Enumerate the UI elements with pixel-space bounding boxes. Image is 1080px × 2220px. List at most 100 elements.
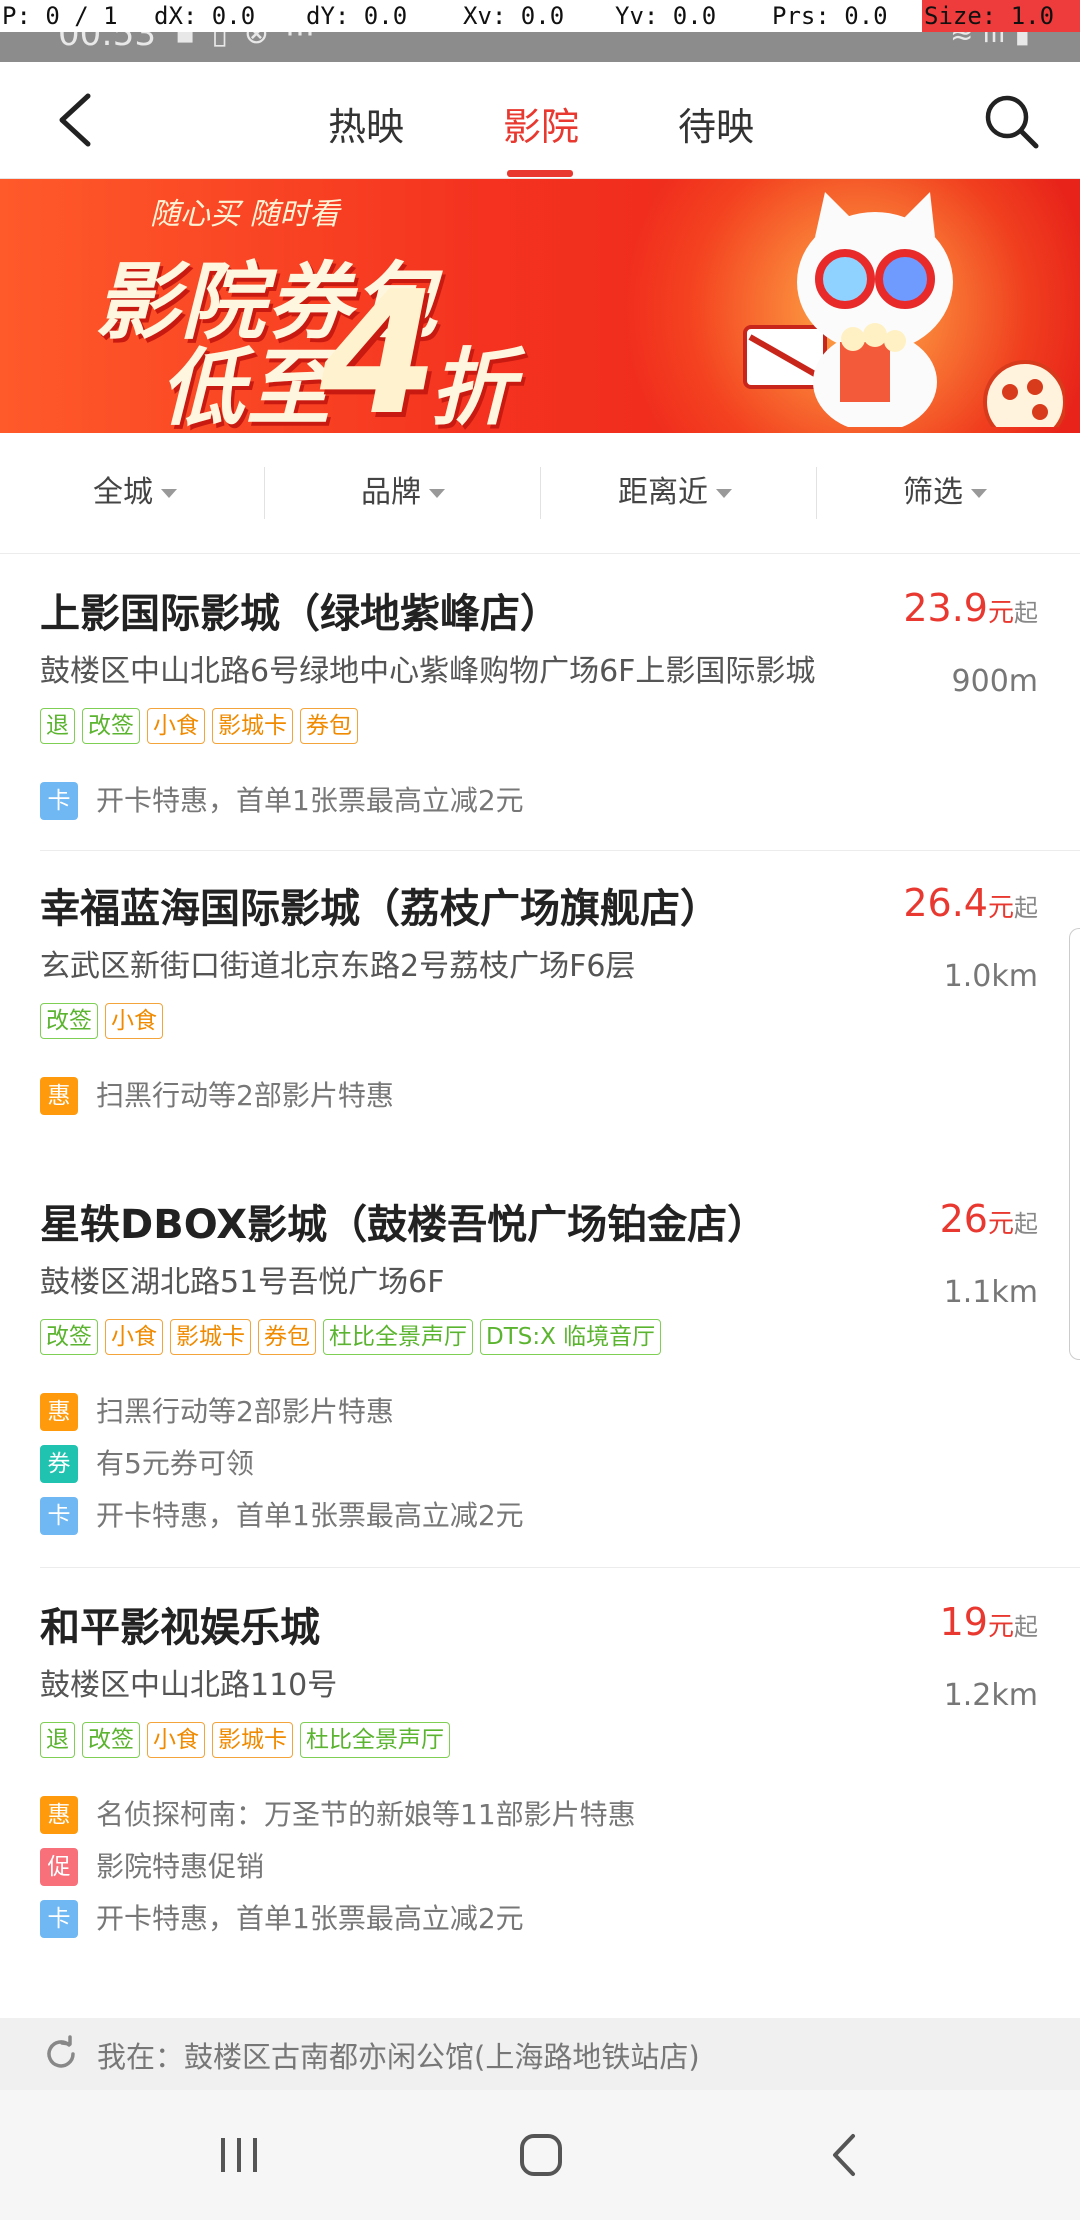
cinema-distance: 1.1km — [943, 1275, 1038, 1310]
price-from: 起 — [1014, 599, 1038, 627]
promo-row: 卡开卡特惠，首单1张票最高立减2元 — [40, 1497, 1040, 1535]
cinema-distance: 1.0km — [943, 959, 1038, 994]
mascot-cat-illustration — [743, 192, 1065, 427]
tag-reschedule: 改签 — [82, 1722, 140, 1758]
debug-yv: Yv: 0.0 — [613, 0, 770, 32]
filter-city[interactable]: 全城 — [0, 433, 270, 553]
cinema-item[interactable]: 26.4元起 幸福蓝海国际影城（荔枝广场旗舰店） 1.0km 玄武区新街口街道北… — [0, 851, 1080, 1145]
filter-distance[interactable]: 距离近 — [540, 433, 810, 553]
filter-city-label: 全城 — [93, 475, 153, 510]
caret-down-icon — [716, 489, 732, 498]
refresh-icon[interactable] — [42, 2035, 80, 2073]
filter-more[interactable]: 筛选 — [810, 433, 1080, 553]
discount-badge-icon: 惠 — [40, 1393, 78, 1431]
tag-snack: 小食 — [105, 1003, 163, 1039]
banner-slogan: 随心买 随时看 — [150, 197, 340, 232]
card-badge-icon: 卡 — [40, 782, 78, 820]
price-from: 起 — [1014, 1613, 1038, 1641]
cinema-distance: 1.2km — [943, 1678, 1038, 1713]
cinema-tags: 退改签 小食 影城卡 券包 — [40, 708, 1040, 748]
tag-dolby-atmos: 杜比全景声厅 — [323, 1319, 473, 1355]
price-unit: 元 — [987, 893, 1014, 923]
cinema-name: 星轶DBOX影城（鼓楼吾悦广场铂金店） — [40, 1202, 768, 1248]
promo-banner[interactable]: 随心买 随时看 影院券包 低至 4 折 — [0, 179, 1080, 433]
price-unit: 元 — [987, 598, 1014, 628]
promo-row: 卡开卡特惠，首单1张票最高立减2元 — [40, 1900, 1040, 1938]
home-icon[interactable] — [518, 2132, 564, 2178]
tag-reschedule: 改签 — [40, 1319, 98, 1355]
card-badge-icon: 卡 — [40, 1900, 78, 1938]
cinema-address: 鼓楼区湖北路51号吾悦广场6F — [40, 1265, 445, 1300]
cinema-item[interactable]: 19元起 和平影视娱乐城 1.2km 鼓楼区中山北路110号 退改签 小食 影城卡杜… — [0, 1568, 1080, 1968]
tag-snack: 小食 — [147, 1722, 205, 1758]
tag-coupon-pack: 券包 — [258, 1319, 316, 1355]
tag-dolby-atmos: 杜比全景声厅 — [300, 1722, 450, 1758]
cinema-name: 上影国际影城（绿地紫峰店） — [40, 591, 560, 637]
filter-brand[interactable]: 品牌 — [268, 433, 538, 553]
cinema-distance: 900m — [951, 664, 1038, 699]
cinema-name: 和平影视娱乐城 — [40, 1605, 320, 1651]
price-from: 起 — [1014, 1210, 1038, 1238]
promo-row: 惠扫黑行动等2部影片特惠 — [40, 1393, 1040, 1431]
filter-distance-label: 距离近 — [618, 475, 708, 510]
caret-down-icon — [429, 489, 445, 498]
promo-row: 惠名侦探柯南：万圣节的新娘等11部影片特惠 — [40, 1796, 1040, 1834]
promo-text: 扫黑行动等2部影片特惠 — [96, 1079, 394, 1112]
cinema-list: 23.9元起 上影国际影城（绿地紫峰店） 900m 鼓楼区中山北路6号绿地中心紫… — [0, 554, 1080, 2018]
back-nav-icon[interactable] — [825, 2132, 865, 2178]
tag-dtsx: DTS:X 临境音厅 — [480, 1319, 662, 1355]
promo-text: 影院特惠促销 — [96, 1850, 265, 1883]
cinema-tags: 改签 小食 影城卡 券包 杜比全景声厅 DTS:X 临境音厅 — [40, 1319, 1040, 1359]
debug-prs: Prs: 0.0 — [770, 0, 922, 32]
location-text: 我在：鼓楼区古南都亦闲公馆(上海路地铁站店) — [97, 2040, 700, 2074]
price-value: 26 — [939, 1197, 988, 1241]
recent-apps-icon[interactable] — [215, 2135, 265, 2175]
system-nav-bar — [0, 2090, 1080, 2220]
cinema-address: 鼓楼区中山北路110号 — [40, 1668, 338, 1703]
tab-hot[interactable]: 热映 — [328, 96, 404, 151]
debug-dx: dX: 0.0 — [152, 0, 304, 32]
tag-snack: 小食 — [147, 708, 205, 744]
cinema-price: 19元起 — [940, 1600, 1038, 1644]
debug-dy: dY: 0.0 — [304, 0, 461, 32]
cinema-item[interactable]: 23.9元起 上影国际影城（绿地紫峰店） 900m 鼓楼区中山北路6号绿地中心紫… — [0, 554, 1080, 850]
search-icon[interactable] — [982, 92, 1042, 152]
back-arrow-icon[interactable] — [48, 90, 108, 150]
tag-refund: 退 — [40, 1722, 75, 1758]
tab-upcoming[interactable]: 待映 — [678, 96, 754, 151]
price-value: 26.4 — [903, 881, 988, 925]
promo-row: 券有5元券可领 — [40, 1445, 1040, 1483]
price-from: 起 — [1014, 894, 1038, 922]
filter-bar: 全城 品牌 距离近 筛选 — [0, 433, 1080, 554]
cinema-address: 玄武区新街口街道北京东路2号荔枝广场F6层 — [40, 949, 636, 984]
tab-cinema[interactable]: 影院 — [503, 96, 579, 151]
top-header: 热映 影院 待映 — [0, 62, 1080, 179]
cinema-price: 26元起 — [940, 1197, 1038, 1241]
price-unit: 元 — [987, 1209, 1014, 1239]
caret-down-icon — [161, 489, 177, 498]
debug-pointer: P: 0 / 1 — [0, 0, 152, 32]
banner-discount-suffix: 折 — [430, 339, 517, 433]
cinema-tags: 退改签 小食 影城卡 杜比全景声厅 — [40, 1722, 1040, 1762]
cinema-tags: 改签 小食 — [40, 1003, 1040, 1043]
banner-discount-number: 4 — [320, 255, 439, 433]
filter-divider — [264, 467, 265, 519]
side-scroll-handle[interactable] — [1069, 928, 1080, 1360]
banner-headline-2: 低至 — [160, 321, 332, 433]
tag-cinema-card: 影城卡 — [212, 1722, 293, 1758]
promo-text: 开卡特惠，首单1张票最高立减2元 — [96, 1499, 524, 1532]
filter-more-label: 筛选 — [903, 475, 963, 510]
current-location-bar[interactable]: 我在：鼓楼区古南都亦闲公馆(上海路地铁站店) — [0, 2018, 1080, 2090]
discount-badge-icon: 惠 — [40, 1796, 78, 1834]
debug-size: Size: 1.0 — [922, 0, 1080, 32]
price-unit: 元 — [987, 1612, 1014, 1642]
promo-text: 名侦探柯南：万圣节的新娘等11部影片特惠 — [96, 1798, 636, 1831]
cinema-name: 幸福蓝海国际影城（荔枝广场旗舰店） — [40, 886, 720, 932]
cinema-price: 23.9元起 — [903, 586, 1038, 630]
coupon-badge-icon: 券 — [40, 1445, 78, 1483]
tag-coupon-pack: 券包 — [300, 708, 358, 744]
filter-brand-label: 品牌 — [361, 475, 421, 510]
price-value: 19 — [939, 1600, 988, 1644]
cinema-address: 鼓楼区中山北路6号绿地中心紫峰购物广场6F上影国际影城 — [40, 654, 816, 689]
cinema-item[interactable]: 26元起 星轶DBOX影城（鼓楼吾悦广场铂金店） 1.1km 鼓楼区湖北路51号… — [0, 1145, 1080, 1567]
